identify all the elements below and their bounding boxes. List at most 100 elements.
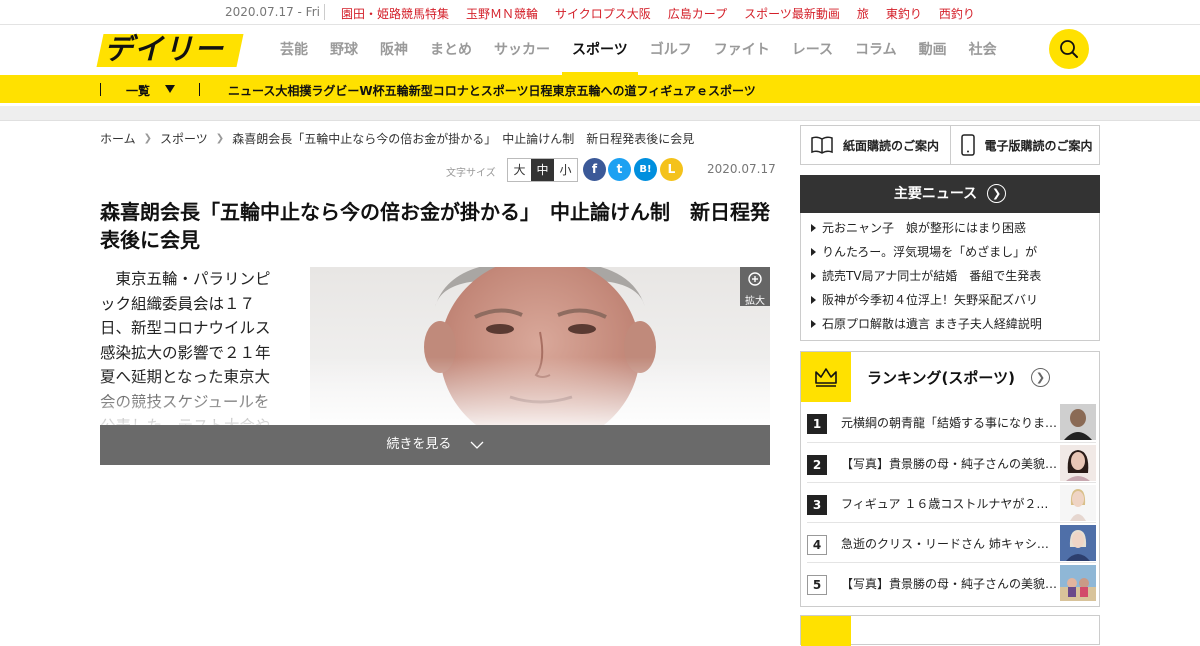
gray-strip <box>0 106 1200 121</box>
top-link-cyclops[interactable]: サイクロプス大阪 <box>555 5 651 22</box>
ranking-thumbnail <box>1060 525 1096 561</box>
ranking-row[interactable]: 1 元横綱の朝青龍「結婚する事になりま… <box>807 402 1096 442</box>
top-link-carp[interactable]: 広島カープ <box>668 5 727 22</box>
article-body: 東京五輪・パラリンピック組織委員会は１７日、新型コロナウイルス感染拡大の影響で２… <box>100 267 770 432</box>
top-link-video[interactable]: スポーツ最新動画 <box>744 5 840 22</box>
ranking-thumbnail <box>1060 565 1096 601</box>
top-link-tamano[interactable]: 玉野ＭＮ競輪 <box>466 5 538 22</box>
subnav-list-toggle[interactable]: 一覧 <box>126 82 150 99</box>
ranking-label: ランキング(スポーツ) <box>867 369 1015 387</box>
nav-video[interactable]: 動画 <box>919 25 947 75</box>
rank-number: 3 <box>807 495 827 515</box>
nav-society[interactable]: 社会 <box>969 25 997 75</box>
ranking-title: 急逝のクリス・リードさん 姉キャシ… <box>841 537 1049 551</box>
print-subscription-label: 紙面購読のご案内 <box>843 138 940 153</box>
search-button[interactable] <box>1049 29 1089 69</box>
ranking-title: 【写真】貴景勝の母・純子さんの美貌… <box>841 457 1058 471</box>
subnav-item-esports[interactable]: ｅスポーツ <box>696 82 756 99</box>
top-link-west-fishing[interactable]: 西釣り <box>939 5 975 22</box>
top-link-travel[interactable]: 旅 <box>857 5 869 22</box>
nav-matome[interactable]: まとめ <box>430 25 472 75</box>
top-bar: 2020.07.17 - Fri 園田・姫路競馬特集 玉野ＭＮ競輪 サイクロプス… <box>0 0 1200 25</box>
continue-reading-button[interactable]: 続きを見る <box>100 425 770 465</box>
nav-sports[interactable]: スポーツ <box>562 25 638 75</box>
zoom-button[interactable]: 拡大 <box>740 267 770 307</box>
font-size-switcher: 大 中 小 <box>507 158 578 182</box>
ranking-thumbnail <box>1060 445 1096 481</box>
rank-number: 1 <box>807 414 827 434</box>
subscribe-box: 紙面購読のご案内 電子版購読のご案内 <box>800 125 1100 165</box>
article-column: ホーム ❯ スポーツ ❯ 森喜朗会長「五輪中止なら今の倍お金が掛かる」 中止論け… <box>100 130 776 465</box>
breadcrumb-sports[interactable]: スポーツ <box>160 130 208 147</box>
news-item[interactable]: 元おニャン子 娘が整形にはまり困惑 <box>811 216 1089 240</box>
top-news-heading[interactable]: 主要ニュース ❯ <box>800 175 1100 213</box>
nav-hanshin[interactable]: 阪神 <box>380 25 408 75</box>
news-item[interactable]: りんたろー。浮気現場を「めざまし」が <box>811 240 1089 264</box>
subnav-item-road-to-tokyo[interactable]: 東京五輪への道 <box>552 82 636 99</box>
sub-nav: 一覧 ニュース 大相撲 ラグビーW杯 五輪 新型コロナとスポーツ日程 東京五輪へ… <box>0 75 1200 103</box>
nav-yakyu[interactable]: 野球 <box>330 25 358 75</box>
subnav-item-news[interactable]: ニュース <box>228 82 275 99</box>
nav-column[interactable]: コラム <box>855 25 897 75</box>
sidebar: 紙面購読のご案内 電子版購読のご案内 主要ニュース ❯ 元おニャン子 娘が整形には… <box>800 125 1100 646</box>
subnav-item-sumo[interactable]: 大相撲 <box>275 82 311 99</box>
breadcrumb-home[interactable]: ホーム <box>100 130 136 147</box>
news-item[interactable]: 読売TV局アナ同士が結婚 番組で生発表 <box>811 264 1089 288</box>
news-item[interactable]: 阪神が今季初４位浮上！矢野采配ズバリ <box>811 288 1089 312</box>
chat-bubble-icon: L <box>667 162 676 176</box>
subnav-item-figure[interactable]: フィギュア <box>636 82 696 99</box>
article-toolbar: 文字サイズ 大 中 小 f t B! L 2020.07.17 <box>100 158 776 188</box>
font-size-large-button[interactable]: 大 <box>508 159 531 181</box>
crown-icon-box <box>801 352 851 402</box>
digital-subscription-button[interactable]: 電子版購読のご案内 <box>950 125 1100 165</box>
subnav-divider <box>199 83 200 96</box>
nav-fight[interactable]: ファイト <box>714 25 770 75</box>
chevron-right-icon: ❯ <box>215 132 225 144</box>
font-size-small-button[interactable]: 小 <box>554 159 577 181</box>
line-share-button[interactable]: L <box>660 158 683 181</box>
top-link-sonoda[interactable]: 園田・姫路競馬特集 <box>341 5 449 22</box>
chevron-down-icon[interactable] <box>165 85 175 93</box>
font-size-label: 文字サイズ <box>446 168 496 179</box>
nav-race[interactable]: レース <box>792 25 833 75</box>
ranking-thumbnail <box>1060 404 1096 440</box>
twitter-icon: t <box>616 162 623 176</box>
nav-geinou[interactable]: 芸能 <box>280 25 308 75</box>
subnav-items: ニュース 大相撲 ラグビーW杯 五輪 新型コロナとスポーツ日程 東京五輪への道 … <box>228 82 756 99</box>
subnav-item-rugby[interactable]: ラグビーW杯 <box>311 82 384 99</box>
top-date: 2020.07.17 - Fri <box>225 5 320 19</box>
hatena-share-button[interactable]: B! <box>634 158 657 181</box>
article-photo[interactable]: 拡大 <box>310 267 770 432</box>
ranking-title: 元横綱の朝青龍「結婚する事になりま… <box>841 416 1058 430</box>
breadcrumb: ホーム ❯ スポーツ ❯ 森喜朗会長「五輪中止なら今の倍お金が掛かる」 中止論け… <box>100 130 770 146</box>
nav-soccer[interactable]: サッカー <box>494 25 550 75</box>
top-divider <box>324 4 325 20</box>
chevron-right-icon: ❯ <box>1031 368 1050 387</box>
ranking-row[interactable]: 5 【写真】貴景勝の母・純子さんの美貌… <box>807 562 1096 602</box>
ranking-heading[interactable]: ランキング(スポーツ) ❯ <box>801 352 1099 402</box>
top-link-east-fishing[interactable]: 東釣り <box>886 5 922 22</box>
ranking-thumbnail <box>1060 485 1096 521</box>
font-size-medium-button[interactable]: 中 <box>531 159 554 181</box>
facebook-share-button[interactable]: f <box>583 158 606 181</box>
twitter-share-button[interactable]: t <box>608 158 631 181</box>
article-title: 森喜朗会長「五輪中止なら今の倍お金が掛かる」 中止論けん制 新日程発表後に会見 <box>100 200 770 252</box>
article-date: 2020.07.17 <box>707 162 776 176</box>
hatena-icon: B! <box>639 164 652 175</box>
subnav-item-olympics[interactable]: 五輪 <box>385 82 409 99</box>
ranking-row[interactable]: 2 【写真】貴景勝の母・純子さんの美貌… <box>807 442 1096 482</box>
print-subscription-button[interactable]: 紙面購読のご案内 <box>800 125 951 165</box>
ranking-row[interactable]: 4 急逝のクリス・リードさん 姉キャシ… <box>807 522 1096 562</box>
rank-number: 5 <box>807 575 827 595</box>
chevron-right-icon: ❯ <box>143 132 153 144</box>
site-logo[interactable]: デイリー <box>96 32 244 67</box>
rank-number: 4 <box>807 535 827 555</box>
ranking-row[interactable]: 3 フィギュア １６歳コストルナヤが２… <box>807 482 1096 522</box>
crown-icon-box <box>801 616 851 646</box>
news-item[interactable]: 石原プロ解散は遺言 まき子夫人経緯説明 <box>811 312 1089 336</box>
subnav-item-corona-schedule[interactable]: 新型コロナとスポーツ日程 <box>409 82 553 99</box>
logo-text: デイリー <box>104 32 225 66</box>
nav-golf[interactable]: ゴルフ <box>650 25 692 75</box>
portrait-illustration <box>310 267 770 432</box>
top-links: 園田・姫路競馬特集 玉野ＭＮ競輪 サイクロプス大阪 広島カープ スポーツ最新動画… <box>341 5 975 22</box>
